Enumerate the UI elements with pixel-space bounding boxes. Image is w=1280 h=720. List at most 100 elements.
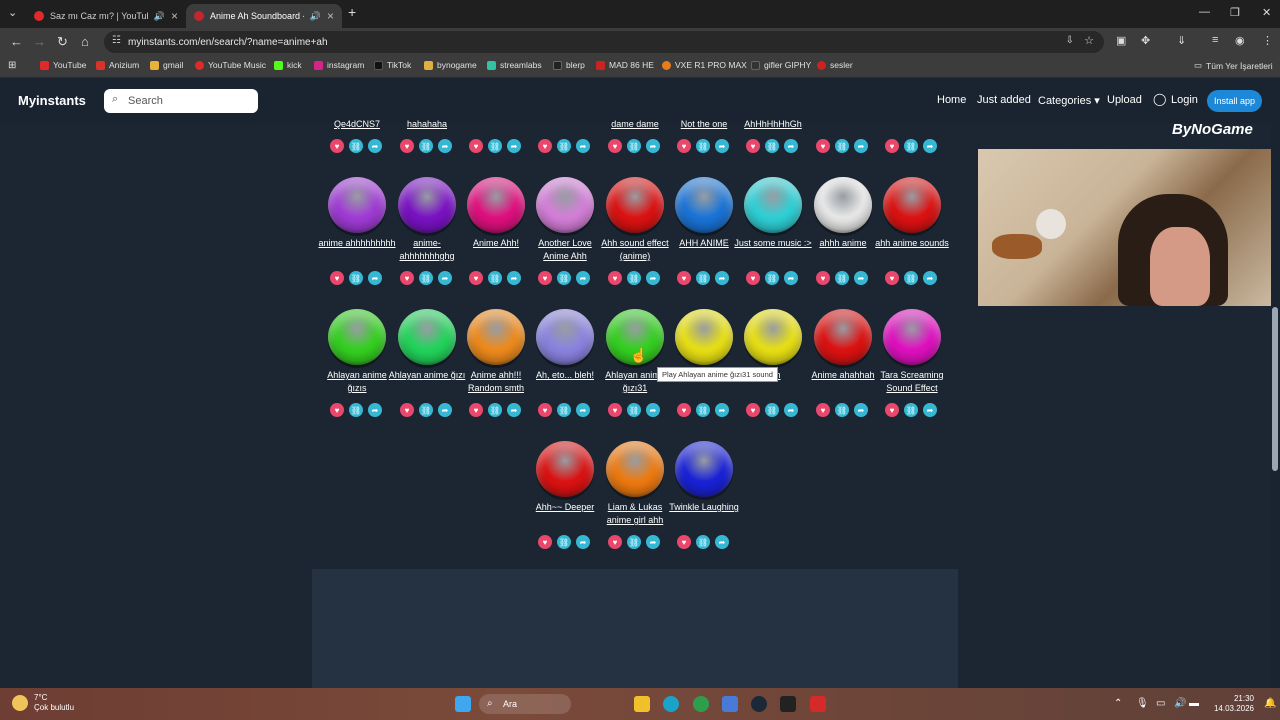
mic-icon[interactable]: 🎙 [1136,698,1149,709]
media-icon[interactable]: ▣ [1116,34,1126,47]
sound-label[interactable]: Just some music :> [733,237,813,250]
share-button[interactable]: ➦ [784,271,798,285]
sound-label[interactable]: Anime Ahh! [456,237,536,250]
share-button[interactable]: ➦ [715,271,729,285]
nav-upload[interactable]: Upload [1107,94,1142,106]
store-icon[interactable] [722,696,738,712]
favorite-button[interactable]: ♥ [400,139,414,153]
sound-label[interactable]: Ahh sound effect (anime) [595,237,675,263]
bookmark-mad86[interactable]: MAD 86 HE [596,60,654,70]
share-button[interactable]: ➦ [368,271,382,285]
copy-link-button[interactable]: ⛓ [557,271,571,285]
extensions-icon[interactable]: ✥ [1141,34,1150,47]
copy-link-button[interactable]: ⛓ [696,139,710,153]
favorite-button[interactable]: ♥ [330,271,344,285]
close-tab-icon[interactable]: × [327,9,334,23]
bookmark-bynogame[interactable]: bynogame [424,60,477,70]
favorite-button[interactable]: ♥ [677,535,691,549]
play-sound-button[interactable] [467,177,525,233]
favorite-button[interactable]: ♥ [608,271,622,285]
user-icon[interactable]: ◯ [1153,92,1166,106]
sound-label[interactable]: Not the one [664,118,744,131]
play-sound-button[interactable] [675,177,733,233]
play-sound-button[interactable] [536,441,594,497]
battery-icon[interactable]: ▬ [1189,698,1199,709]
favorite-button[interactable]: ♥ [816,139,830,153]
profile-avatar[interactable]: ◉ [1235,34,1245,47]
share-button[interactable]: ➦ [438,403,452,417]
menu-icon[interactable]: ⋮ [1262,34,1273,47]
share-button[interactable]: ➦ [438,271,452,285]
clock[interactable]: 21:30 14.03.2026 [1208,694,1254,714]
share-button[interactable]: ➦ [923,271,937,285]
share-button[interactable]: ➦ [646,139,660,153]
sound-label[interactable]: ahhh anime [803,237,883,250]
downloads-icon[interactable]: ⇓ [1177,34,1186,47]
copy-link-button[interactable]: ⛓ [557,139,571,153]
close-tab-icon[interactable]: × [171,9,178,23]
restore-icon[interactable]: ❐ [1230,6,1240,19]
copy-link-button[interactable]: ⛓ [557,535,571,549]
play-sound-button[interactable] [328,309,386,365]
play-sound-button[interactable] [606,177,664,233]
copy-link-button[interactable]: ⛓ [696,403,710,417]
share-button[interactable]: ➦ [646,271,660,285]
play-sound-button[interactable] [883,177,941,233]
sound-label[interactable]: Liam & Lukas anime girl ahh [595,501,675,527]
sound-label[interactable]: Qe4dCNS7 [317,118,397,131]
copy-link-button[interactable]: ⛓ [765,139,779,153]
sound-label[interactable]: anime ahhhhhhhhh [317,237,397,250]
all-bookmarks[interactable]: ▭ Tüm Yer İşaretleri [1194,60,1273,71]
site-info-icon[interactable]: ☷ [112,35,121,46]
tab-search-icon[interactable]: ⌄ [8,6,17,19]
copy-link-button[interactable]: ⛓ [419,403,433,417]
sound-label[interactable]: Ahlayan anime ğızı [387,369,467,382]
sound-label[interactable]: hahahaha [387,118,467,131]
share-button[interactable]: ➦ [646,403,660,417]
taskbar-search[interactable]: ⌕ Ara [479,694,571,714]
search-input[interactable]: ⌕ Search [104,89,258,113]
copy-link-button[interactable]: ⛓ [488,271,502,285]
play-sound-button[interactable] [536,309,594,365]
favorite-button[interactable]: ♥ [538,535,552,549]
play-sound-button[interactable] [744,309,802,365]
favorite-button[interactable]: ♥ [469,403,483,417]
favorite-button[interactable]: ♥ [885,139,899,153]
copy-link-button[interactable]: ⛓ [627,403,641,417]
play-sound-button[interactable] [883,309,941,365]
copy-link-button[interactable]: ⛓ [765,403,779,417]
network-icon[interactable]: ▭ [1156,698,1165,709]
share-button[interactable]: ➦ [715,535,729,549]
favorite-button[interactable]: ♥ [330,139,344,153]
sound-label[interactable]: Ahlayan anime ğızıs [317,369,397,395]
scrollbar-thumb[interactable] [1272,307,1278,471]
bookmark-kick[interactable]: kick [274,60,302,70]
app-red-icon[interactable] [810,696,826,712]
forward-icon[interactable]: → [33,34,46,49]
sound-label[interactable]: AHH ANIME [664,237,744,250]
sound-label[interactable]: Twinkle Laughing [664,501,744,514]
share-button[interactable]: ➦ [507,271,521,285]
share-button[interactable]: ➦ [854,271,868,285]
favorite-button[interactable]: ♥ [469,139,483,153]
share-button[interactable]: ➦ [784,403,798,417]
sound-label[interactable]: Tara Screaming Sound Effect [872,369,952,395]
favorite-button[interactable]: ♥ [608,139,622,153]
copy-link-button[interactable]: ⛓ [696,271,710,285]
tray-chevron-icon[interactable]: ⌃ [1114,698,1122,709]
steam-icon[interactable] [751,696,767,712]
play-sound-button[interactable] [606,441,664,497]
bookmark-star-icon[interactable]: ☆ [1084,34,1094,47]
play-sound-button[interactable] [814,177,872,233]
sound-label[interactable]: Ah, eto... bleh! [525,369,605,382]
favorite-button[interactable]: ♥ [885,271,899,285]
play-sound-button[interactable] [814,309,872,365]
volume-icon[interactable]: 🔊 [1174,698,1186,709]
favorite-button[interactable]: ♥ [816,403,830,417]
apps-icon[interactable]: ⊞ [8,60,16,71]
copy-link-button[interactable]: ⛓ [627,271,641,285]
install-app-button[interactable]: Install app [1207,90,1262,112]
address-bar[interactable]: ☷ myinstants.com/en/search/?name=anime+a… [104,31,1104,53]
minimize-icon[interactable]: — [1199,6,1210,18]
reload-icon[interactable]: ↻ [57,34,68,50]
